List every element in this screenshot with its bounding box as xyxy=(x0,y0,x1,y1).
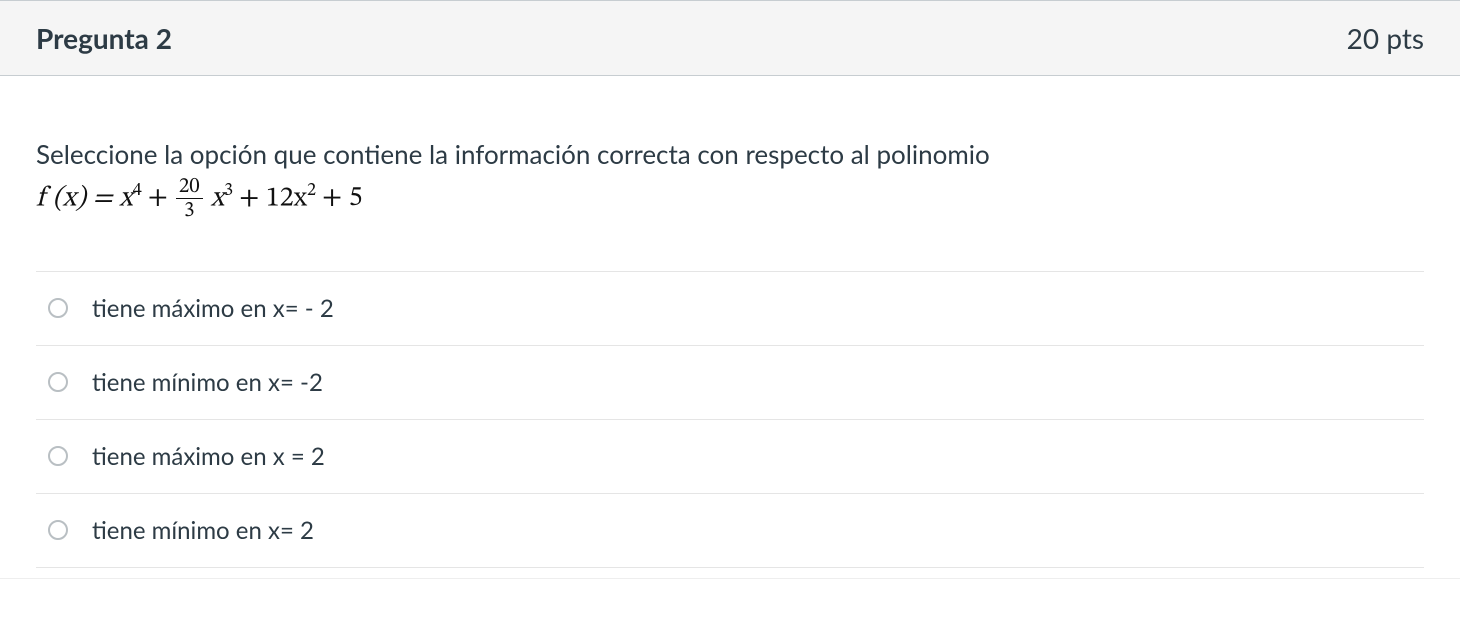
question-title: Pregunta 2 xyxy=(36,21,172,55)
radio-icon[interactable] xyxy=(48,520,68,540)
formula-exp1: 4 xyxy=(133,182,142,200)
radio-icon[interactable] xyxy=(48,446,68,466)
question-body: Seleccione la opción que contiene la inf… xyxy=(0,76,1460,578)
option-label: tiene máximo en x= - 2 xyxy=(92,294,334,323)
answer-options: tiene máximo en x= - 2 tiene mínimo en x… xyxy=(36,271,1424,568)
option-label: tiene mínimo en x= 2 xyxy=(92,516,314,545)
option-label: tiene mínimo en x= -2 xyxy=(92,368,323,397)
formula-fraction: 20 3 xyxy=(176,176,203,221)
option-label: tiene máximo en x = 2 xyxy=(92,442,325,471)
answer-option[interactable]: tiene mínimo en x= -2 xyxy=(36,345,1424,419)
question-header: Pregunta 2 20 pts xyxy=(0,1,1460,76)
formula-mid: x xyxy=(211,184,224,212)
formula-plus1: + xyxy=(148,181,168,216)
question-card: Pregunta 2 20 pts Seleccione la opción q… xyxy=(0,0,1460,579)
question-prompt: Seleccione la opción que contiene la inf… xyxy=(36,136,1424,174)
answer-option[interactable]: tiene mínimo en x= 2 xyxy=(36,493,1424,568)
formula-exp3: 2 xyxy=(307,182,316,200)
formula-lead: f (x) = x xyxy=(36,184,133,212)
formula-plus2: + 12x xyxy=(239,184,307,212)
radio-icon[interactable] xyxy=(48,298,68,318)
fraction-denominator: 3 xyxy=(184,199,194,221)
question-points: 20 pts xyxy=(1347,21,1424,55)
answer-option[interactable]: tiene máximo en x= - 2 xyxy=(36,271,1424,345)
fraction-numerator: 20 xyxy=(176,176,203,199)
radio-icon[interactable] xyxy=(48,372,68,392)
question-formula: f (x) = x4 + 20 3 x3 + 12x2 + 5 xyxy=(36,176,1424,221)
formula-exp2: 3 xyxy=(224,182,233,200)
answer-option[interactable]: tiene máximo en x = 2 xyxy=(36,419,1424,493)
formula-tail: + 5 xyxy=(322,181,363,216)
